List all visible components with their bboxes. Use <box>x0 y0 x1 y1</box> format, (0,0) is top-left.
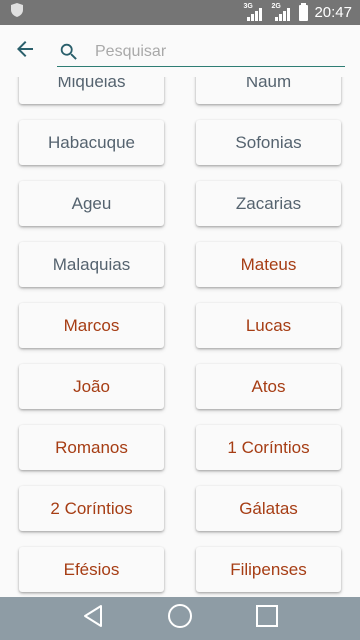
book-button[interactable]: Marcos <box>19 303 164 348</box>
square-recents-icon <box>255 604 279 633</box>
search-bar <box>57 37 345 67</box>
book-button[interactable]: Romanos <box>19 425 164 470</box>
book-button[interactable]: Sofonias <box>196 120 341 165</box>
signal-3g-icon: 3G <box>243 3 265 21</box>
book-button[interactable]: Zacarias <box>196 181 341 226</box>
book-button[interactable]: 1 Coríntios <box>196 425 341 470</box>
book-button[interactable]: Filipenses <box>196 547 341 592</box>
status-left <box>10 2 24 23</box>
search-toolbar <box>0 25 360 77</box>
circle-home-icon <box>167 603 193 634</box>
nav-home-button[interactable] <box>160 599 200 639</box>
signal-2g-icon: 2G <box>271 3 293 21</box>
book-button[interactable]: 2 Coríntios <box>19 486 164 531</box>
status-time: 20:47 <box>314 4 352 21</box>
book-button[interactable]: Habacuque <box>19 120 164 165</box>
book-button[interactable]: Lucas <box>196 303 341 348</box>
status-right: 3G 2G 20:47 <box>243 2 352 21</box>
book-button[interactable]: Efésios <box>19 547 164 592</box>
books-grid: Miquéias Naum Habacuque Sofonias Ageu Za… <box>19 77 341 592</box>
book-button[interactable]: Malaquias <box>19 242 164 287</box>
search-icon <box>57 40 81 64</box>
book-button[interactable]: Miquéias <box>19 77 164 104</box>
battery-icon <box>299 2 309 21</box>
status-bar: 3G 2G 20:47 <box>0 0 360 25</box>
shield-icon <box>10 2 24 23</box>
triangle-back-icon <box>82 604 104 633</box>
books-grid-area: Miquéias Naum Habacuque Sofonias Ageu Za… <box>0 77 360 597</box>
navigation-bar <box>0 597 360 640</box>
back-button[interactable] <box>1 25 49 77</box>
book-button[interactable]: Gálatas <box>196 486 341 531</box>
book-button[interactable]: Naum <box>196 77 341 104</box>
nav-back-button[interactable] <box>73 599 113 639</box>
book-button[interactable]: João <box>19 364 164 409</box>
book-button[interactable]: Mateus <box>196 242 341 287</box>
nav-recents-button[interactable] <box>247 599 287 639</box>
search-input[interactable] <box>95 42 325 61</box>
book-button[interactable]: Atos <box>196 364 341 409</box>
book-button[interactable]: Ageu <box>19 181 164 226</box>
arrow-back-icon <box>13 37 37 66</box>
